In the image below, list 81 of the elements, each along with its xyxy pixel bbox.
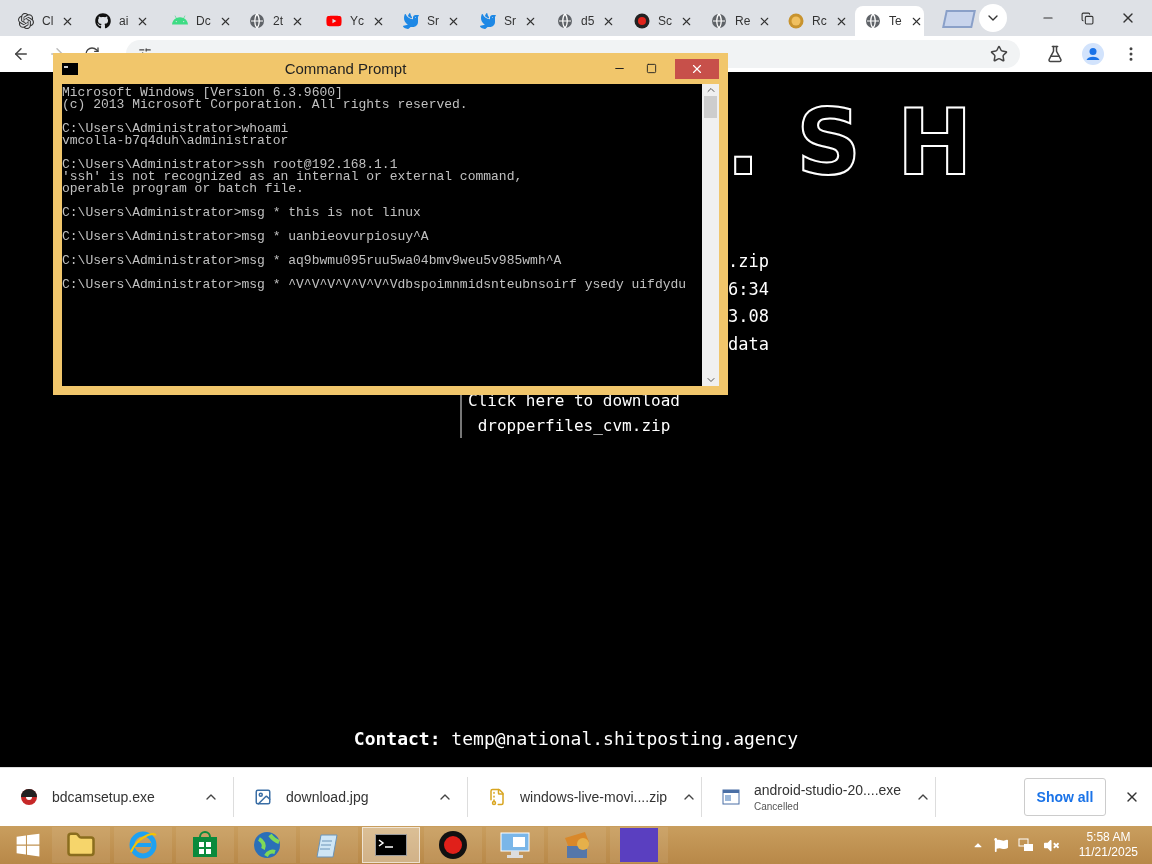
browser-tab[interactable]: Sc [624, 6, 693, 36]
contact-text: Contact: temp@national.shitposting.agency [353, 728, 799, 749]
muted-speaker-icon[interactable] [1043, 837, 1059, 853]
console-line: C:\Users\Administrator>msg * aq9bwmu095ruu5wa04bmv9weu5v985wmh^A [62, 255, 562, 267]
windows-logo-icon[interactable] [15, 832, 41, 858]
globe-icon [557, 13, 573, 29]
file-detail: 6:34 [728, 277, 769, 301]
download-item[interactable]: windows-live-movi....zip [468, 777, 702, 817]
zip-icon [488, 788, 506, 806]
knot-icon [18, 13, 34, 29]
terminal-icon [375, 834, 407, 856]
star-icon[interactable] [990, 45, 1008, 63]
network-icon[interactable] [1017, 837, 1034, 853]
record-icon [634, 13, 650, 29]
play-icon [326, 13, 342, 29]
file-name: bdcamsetup.exe [52, 789, 156, 805]
browser-tab[interactable]: Sr [470, 6, 539, 36]
download-item[interactable]: download.jpg [234, 777, 468, 817]
bird-icon [403, 13, 419, 29]
console-line: 'ssh' is not recognized as an internal or external command, [62, 171, 523, 183]
bag-icon [191, 831, 219, 859]
clock-date: 11/21/2025 [1078, 845, 1138, 860]
flask-icon[interactable] [1046, 45, 1064, 63]
console-line: (c) 2013 Microsoft Corporation. All rights reserved. [62, 99, 468, 111]
record-icon [438, 830, 468, 860]
console-line: C:\Users\Administrator>msg * this is not linux [62, 207, 421, 219]
back-icon[interactable] [12, 45, 30, 63]
globe-icon [249, 13, 265, 29]
show-all-button[interactable]: Show all [1024, 778, 1106, 816]
file-name: windows-live-movi....zip [520, 789, 668, 805]
console-line: Microsoft Windows [Version 6.3.9600] [62, 87, 343, 99]
browser-tab[interactable]: d5 [547, 6, 616, 36]
clock-time: 5:58 AM [1086, 830, 1131, 845]
browser-tab[interactable]: 2t [239, 6, 308, 36]
window-title: Command Prompt [283, 60, 408, 77]
terminal-icon [62, 62, 78, 75]
disc-icon [20, 788, 38, 806]
download-link[interactable]: dropperfiles_cvm.zip [477, 413, 671, 438]
download-item[interactable]: android-studio-20....exe Cancelled [702, 777, 936, 817]
restore-icon[interactable] [1081, 11, 1094, 25]
bird-icon [480, 13, 496, 29]
download-status: Cancelled [754, 801, 800, 812]
file-detail: .zip [728, 250, 769, 273]
browser-tab[interactable]: Sr [393, 6, 462, 36]
globe-icon [865, 13, 881, 29]
flag-icon[interactable] [993, 838, 1008, 852]
cat-icon [95, 13, 111, 29]
download-item[interactable]: bdcamsetup.exe [0, 777, 234, 817]
browser-tab[interactable]: ai [85, 6, 154, 36]
browser-tab[interactable]: Rc [778, 6, 847, 36]
browser-tab[interactable]: Yc [316, 6, 385, 36]
console-line: C:\Users\Administrator>ssh root@192.168.1.1 [62, 159, 398, 171]
file-detail: data [728, 332, 769, 356]
window-icon [722, 789, 740, 805]
coin-icon [788, 13, 804, 29]
browser-tab[interactable]: Cl [8, 6, 77, 36]
taskbar-app[interactable] [424, 827, 482, 863]
console-line: operable program or batch file. [62, 183, 304, 195]
file-name: download.jpg [286, 789, 370, 805]
monitor-icon [499, 831, 531, 859]
globe-icon [711, 13, 727, 29]
console-line: C:\Users\Administrator>whoami [62, 123, 289, 135]
browser-tab[interactable]: Dc [162, 6, 231, 36]
globe-icon [252, 830, 282, 860]
maximize-icon[interactable] [646, 63, 657, 74]
logo: .SH [726, 100, 1009, 186]
letter-e-icon [128, 830, 158, 860]
console-line: vmcolla-b7q4duh\administrator [62, 135, 289, 147]
profile-icon[interactable] [1082, 43, 1104, 65]
file-name: android-studio-20....exe [754, 782, 902, 798]
console-line: C:\Users\Administrator>msg * ^V^V^V^V^V^V^Vdbspoimnmidsnteubnsoirf ysedy uifdydu [62, 279, 687, 291]
chevron-down-icon[interactable] [979, 4, 1007, 32]
taskbar-app[interactable] [362, 827, 420, 863]
scrollbar-thumb[interactable] [704, 96, 717, 118]
browser-tab[interactable]: Re [701, 6, 770, 36]
browser-tab[interactable]: Te [855, 6, 924, 36]
console-line: C:\Users\Administrator>msg * uanbieovurpiosuy^A [62, 231, 429, 243]
image-icon [254, 788, 272, 806]
close-button[interactable] [675, 58, 719, 79]
scrollbar[interactable] [702, 84, 719, 386]
file-detail: 3.08 [728, 305, 769, 328]
